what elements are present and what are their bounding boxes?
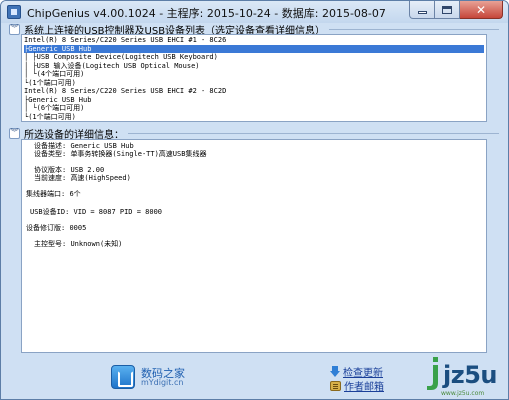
divider: [329, 28, 499, 30]
author-email-link[interactable]: 作者邮箱: [344, 378, 384, 393]
detail-label: 主控型号:: [34, 240, 67, 248]
tree-item[interactable]: │ ├USB 输入设备(Logitech USB Optical Mouse): [24, 62, 200, 71]
tree-item[interactable]: └(1个端口可用): [24, 113, 76, 122]
title-bar: ChipGenius v4.00.1024 - 主程序: 2015-10-24 …: [1, 1, 508, 23]
check-update-link[interactable]: 检查更新: [343, 364, 383, 379]
detail-row: 主控型号: Unknown(未知): [34, 240, 122, 249]
tree-item[interactable]: └(1个端口可用): [24, 79, 76, 88]
collapse-chevron-icon[interactable]: ︾: [9, 127, 20, 139]
minimize-icon: [417, 11, 427, 14]
author-email-row[interactable]: 作者邮箱: [330, 378, 384, 393]
tree-item-selected[interactable]: ├Generic USB Hub: [24, 44, 484, 53]
details-header: ︾ 所选设备的详细信息：: [9, 126, 499, 141]
device-tree[interactable]: Intel(R) 8 Series/C220 Series USB EHCI #…: [21, 34, 487, 122]
tree-item[interactable]: │ ├USB Composite Device(Logitech USB Key…: [24, 53, 218, 62]
app-icon: [7, 5, 21, 19]
divider: [128, 132, 499, 134]
detail-value: USB 2.00: [70, 166, 105, 174]
detail-value: Unknown(未知): [70, 240, 123, 248]
mail-icon: [330, 380, 341, 391]
detail-label: 设备修订版:: [26, 224, 66, 232]
detail-label: 集线器端口:: [26, 190, 66, 198]
detail-label: 当前速度:: [34, 174, 67, 182]
check-update-row[interactable]: 检查更新: [330, 364, 383, 379]
watermark-text: jz5u: [443, 361, 497, 389]
detail-value: 6个: [69, 190, 81, 198]
collapse-chevron-icon[interactable]: ︾: [9, 23, 20, 35]
window-title: ChipGenius v4.00.1024 - 主程序: 2015-10-24 …: [27, 7, 386, 20]
maximize-button[interactable]: [435, 1, 460, 19]
tree-item[interactable]: │ └(6个端口可用): [24, 104, 84, 113]
tree-item[interactable]: Intel(R) 8 Series/C220 Series USB EHCI #…: [24, 87, 226, 96]
detail-label: 协议版本:: [34, 166, 67, 174]
tree-item[interactable]: ├Generic USB Hub: [24, 96, 91, 105]
detail-row: 当前速度: 高速(HighSpeed): [34, 174, 131, 183]
download-icon: [330, 366, 340, 377]
detail-row: 集线器端口: 6个: [26, 190, 81, 199]
detail-value: VID = 8087 PID = 8000: [73, 208, 163, 216]
device-details: 设备描述: Generic USB Hub 设备类型: 单事务转换器(Singl…: [21, 139, 487, 353]
detail-label: USB设备ID:: [30, 208, 70, 216]
detail-label: 设备描述:: [34, 142, 67, 150]
detail-value: Generic USB Hub: [70, 142, 134, 150]
detail-value: 0005: [69, 224, 87, 232]
main-window: ChipGenius v4.00.1024 - 主程序: 2015-10-24 …: [0, 0, 509, 400]
window-controls: ✕: [409, 1, 503, 19]
site-url-link[interactable]: mYdigit.cn: [141, 378, 183, 387]
maximize-icon: [442, 5, 452, 14]
minimize-button[interactable]: [409, 1, 435, 19]
close-icon: ✕: [475, 2, 487, 17]
detail-row: 设备类型: 单事务转换器(Single-TT)高速USB集线器: [34, 150, 206, 159]
mydigit-logo-icon[interactable]: [111, 365, 135, 389]
tree-item[interactable]: Intel(R) 8 Series/C220 Series USB EHCI #…: [24, 36, 226, 45]
detail-row: 设备修订版: 0005: [26, 224, 86, 233]
detail-value: 单事务转换器(Single-TT)高速USB集线器: [70, 150, 207, 158]
detail-value: 高速(HighSpeed): [70, 174, 131, 182]
watermark-logo-icon: [427, 357, 438, 390]
tree-item[interactable]: │ └(4个端口可用): [24, 70, 84, 79]
watermark-subtext: www.jz5u.com: [441, 390, 485, 397]
detail-row: USB设备ID: VID = 8087 PID = 8000: [30, 208, 162, 217]
close-button[interactable]: ✕: [460, 1, 503, 19]
detail-label: 设备类型:: [34, 150, 67, 158]
